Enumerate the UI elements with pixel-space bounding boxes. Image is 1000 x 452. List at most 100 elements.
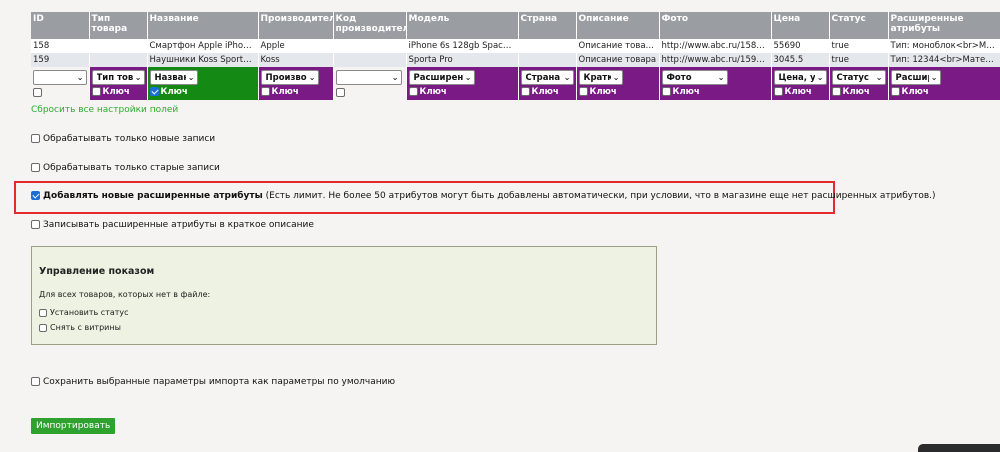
field-select[interactable]: Тип товара⌄	[91, 70, 145, 85]
chevron-down-icon: ⌄	[816, 73, 824, 82]
key-checkbox[interactable]	[890, 87, 900, 96]
field-select-value: Тип товара	[96, 72, 133, 83]
header-id: ID	[31, 12, 90, 39]
key-label: Ключ	[271, 87, 299, 97]
field-select[interactable]: ⌄	[33, 70, 87, 85]
chevron-down-icon: ⌄	[187, 73, 195, 82]
field-select[interactable]: Расширенные⌄	[890, 70, 941, 85]
chevron-down-icon: ⌄	[308, 73, 316, 82]
chevron-down-icon: ⌄	[875, 73, 883, 82]
key-checkbox[interactable]	[773, 87, 783, 96]
field-select-value: Расширенные	[413, 72, 463, 83]
mapping-cell-country: Страна ⌄ Ключ	[518, 67, 577, 100]
write-attributes-label: Записывать расширенные атрибуты в кратко…	[43, 220, 314, 230]
field-select[interactable]: ⌄	[335, 70, 402, 85]
table-cell: true	[829, 39, 889, 53]
chevron-down-icon: ⌄	[717, 73, 725, 82]
table-cell: Sporta Pro	[406, 53, 519, 67]
field-select-value: Страна	[525, 72, 561, 83]
table-cell: true	[829, 53, 889, 67]
chevron-down-icon: ⌄	[930, 73, 938, 82]
header-product-type: Тип товара	[89, 12, 148, 39]
key-label: Ключ	[531, 87, 559, 97]
display-control-panel: Управление показом Для всех товаров, кот…	[31, 246, 657, 345]
field-select[interactable]: Статус ⌄	[831, 70, 886, 85]
remove-from-showcase-checkbox[interactable]	[39, 323, 47, 332]
mapping-cell-manufacturer-code: ⌄	[333, 67, 407, 100]
reset-fields-link[interactable]: Сбросить все настройки полей	[31, 105, 178, 115]
mapping-cell-extended-attributes: Расширенные⌄ Ключ	[888, 67, 1000, 100]
panel-title: Управление показом	[39, 266, 155, 277]
only-old-checkbox[interactable]	[31, 163, 40, 172]
add-attributes-checkbox[interactable]	[31, 191, 40, 200]
table-cell	[89, 53, 148, 67]
header-price: Цена	[771, 12, 830, 39]
add-attributes-option: Добавлять новые расширенные атрибуты (Ес…	[31, 191, 936, 201]
chevron-down-icon: ⌄	[391, 73, 399, 82]
write-attributes-option: Записывать расширенные атрибуты в кратко…	[31, 220, 314, 230]
chevron-down-icon: ⌄	[134, 73, 142, 82]
field-select[interactable]: Цена, у.е.⌄	[773, 70, 827, 85]
key-checkbox[interactable]	[260, 87, 270, 96]
table-cell: 159	[31, 53, 90, 67]
table-cell: Описание товара	[576, 53, 660, 67]
field-select-value: Статус	[836, 72, 869, 83]
field-select[interactable]: Фото ⌄	[661, 70, 728, 85]
field-select[interactable]: Расширенные⌄	[408, 70, 475, 85]
key-checkbox[interactable]	[578, 87, 588, 96]
table-cell	[333, 53, 407, 67]
only-new-checkbox[interactable]	[31, 134, 40, 143]
key-checkbox[interactable]	[33, 88, 42, 97]
key-checkbox[interactable]	[661, 87, 671, 96]
table-cell: http://www.abc.ru/1590.jpg	[659, 53, 772, 67]
table-cell: Описание товара 1	[576, 39, 660, 53]
key-label: Ключ	[102, 87, 130, 97]
only-old-label: Обрабатывать только старые записи	[43, 163, 220, 173]
key-checkbox[interactable]	[91, 87, 101, 96]
key-label: Ключ	[160, 87, 188, 97]
key-label: Ключ	[672, 87, 700, 97]
import-button[interactable]: Импортировать	[31, 418, 116, 434]
field-select-value: Расширенные	[895, 72, 929, 83]
mapping-cell-id: ⌄	[31, 67, 90, 100]
import-fields-area: ID Тип товара Название Производитель Код…	[31, 12, 1000, 100]
key-label: Ключ	[842, 87, 870, 97]
save-defaults-option: Сохранить выбранные параметры импорта ка…	[31, 377, 395, 387]
field-select[interactable]: Краткое описание⌄	[578, 70, 623, 85]
only-new-option: Обрабатывать только новые записи	[31, 134, 215, 144]
field-select[interactable]: Название⌄	[149, 70, 198, 85]
field-select-value: Производитель	[265, 72, 307, 83]
table-row: 159 Наушники Koss Sporta Pro Koss Sporta…	[31, 53, 1000, 67]
field-select-value: Название	[154, 72, 186, 83]
field-select-value: Краткое описание	[583, 72, 611, 83]
table-cell	[89, 39, 148, 53]
mapping-cell-product-type: Тип товара⌄ Ключ	[89, 67, 148, 100]
save-defaults-checkbox[interactable]	[31, 377, 40, 386]
key-checkbox[interactable]	[831, 87, 841, 96]
header-description: Описание	[576, 12, 660, 39]
mapping-cell-name: Название⌄ Ключ	[147, 67, 259, 100]
mapping-cell-photo: Фото ⌄ Ключ	[659, 67, 772, 100]
mapping-cell-description: Краткое описание⌄ Ключ	[576, 67, 660, 100]
key-checkbox[interactable]	[149, 87, 159, 96]
header-status: Статус	[829, 12, 889, 39]
chevron-down-icon: ⌄	[563, 73, 571, 82]
table-cell: Смартфон Apple iPhone 6s 128gb Space Gra…	[147, 39, 259, 53]
header-name: Название	[147, 12, 259, 39]
key-checkbox[interactable]	[520, 87, 530, 96]
mapping-cell-status: Статус ⌄ Ключ	[829, 67, 889, 100]
chevron-down-icon: ⌄	[76, 73, 84, 82]
header-manufacturer: Производитель	[258, 12, 334, 39]
chevron-down-icon: ⌄	[464, 73, 472, 82]
field-select[interactable]: Производитель⌄	[260, 70, 319, 85]
field-select[interactable]: Страна ⌄	[520, 70, 574, 85]
key-checkbox[interactable]	[335, 88, 345, 97]
write-attributes-checkbox[interactable]	[31, 220, 40, 229]
table-cell: 55690	[771, 39, 830, 53]
key-label: Ключ	[784, 87, 812, 97]
header-manufacturer-code: Код производителя	[333, 12, 407, 39]
key-checkbox[interactable]	[408, 87, 418, 96]
set-status-option: Установить статус	[39, 308, 129, 317]
header-photo: Фото	[659, 12, 772, 39]
set-status-checkbox[interactable]	[39, 308, 47, 317]
